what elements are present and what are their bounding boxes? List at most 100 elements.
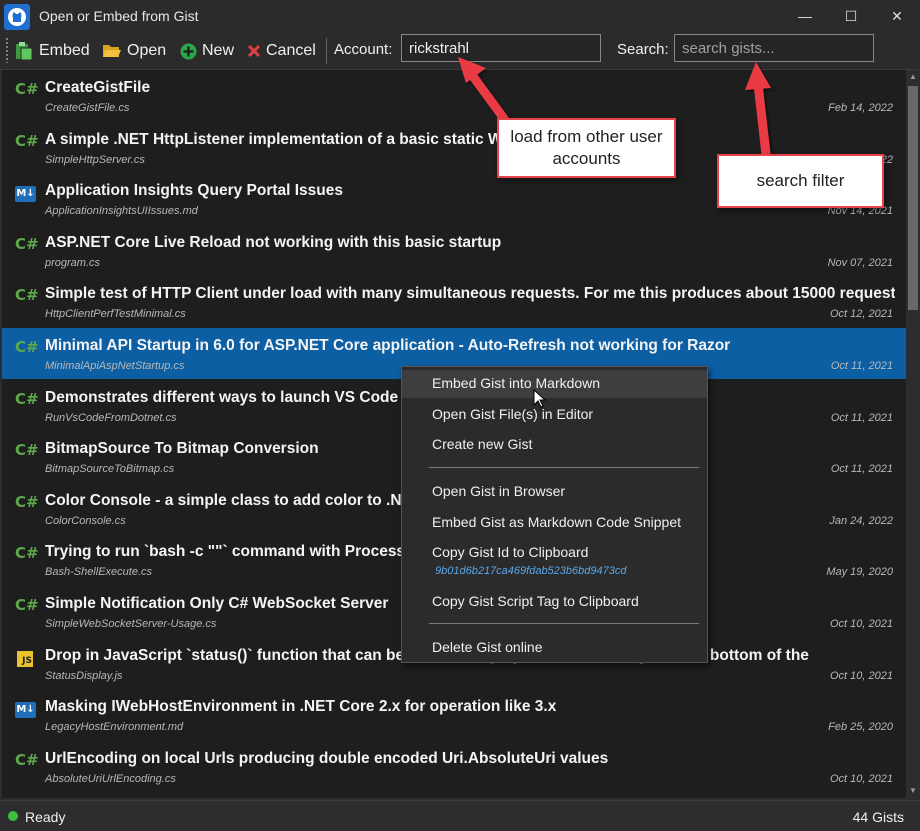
search-callout: search filter [717,154,884,208]
new-button[interactable]: New [180,39,234,63]
gist-filename: MinimalApiAspNetStartup.cs [45,360,185,372]
menu-separator [429,467,699,468]
menu-item-label: Embed Gist into Markdown [432,375,601,391]
account-callout: load from other user accounts [497,118,676,178]
list-scrollbar[interactable]: ▲ ▼ [906,70,920,798]
folder-icon [102,42,122,60]
gist-filename: ApplicationInsightsUIIssues.md [45,205,198,218]
gist-row[interactable]: C# CreateGistFile CreateGistFile.cs Feb 14,… [2,70,906,121]
menu-open-browser[interactable]: Open Gist in Browser [402,478,707,506]
file-type-glyph: C# [15,80,39,98]
github-app-icon [4,4,30,30]
search-callout-text: search filter [756,171,845,190]
gist-row[interactable]: C# Simple test of HTTP Client under load … [2,276,906,327]
scroll-down-arrow[interactable]: ▼ [906,784,920,798]
context-menu: Embed Gist into Markdown Open Gist File(… [401,366,708,663]
cancel-x-icon [247,44,261,58]
gist-id-text: 9b01d6b217ca469fdab523b6bd9473cd [435,565,627,577]
open-button[interactable]: Open [102,39,166,63]
file-type-glyph: C# [15,234,39,253]
minimize-button[interactable]: — [782,0,828,33]
gist-date: Jan 24, 2022 [829,514,893,527]
cancel-label: Cancel [266,42,316,59]
gist-title: Simple test of HTTP Client under load wi… [45,285,895,303]
gist-date: May 19, 2020 [826,566,893,579]
open-label: Open [127,42,167,59]
toolbar-separator [326,38,327,64]
gist-filename: CreateGistFile.cs [45,102,130,114]
csharp-file-icon: C# [15,286,39,306]
javascript-file-icon: JS [15,648,37,668]
gist-title: ASP.NET Core Live Reload not working wit… [45,233,502,251]
account-label: Account: [334,41,393,58]
menu-item-label: Create new Gist [432,436,533,452]
gist-filename: ColorConsole.cs [45,514,126,527]
file-type-glyph: JS [17,650,33,667]
file-type-glyph: C# [15,750,39,769]
menu-copy-id[interactable]: Copy Gist Id to Clipboard [402,539,707,567]
file-type-glyph: M↓ [15,186,36,203]
gist-date: Oct 11, 2021 [830,360,893,372]
search-input[interactable] [674,34,874,62]
csharp-file-icon: C# [15,338,39,358]
menu-item-label: Copy Gist Id to Clipboard [432,544,589,560]
window-title: Open or Embed from Gist [39,8,199,24]
embed-label: Embed [39,42,90,59]
gist-filename: BitmapSourceToBitmap.cs [45,463,175,476]
scroll-thumb[interactable] [908,86,918,310]
markdown-file-icon: M↓ [15,699,37,719]
new-label: New [202,42,235,59]
menu-open-editor[interactable]: Open Gist File(s) in Editor [402,401,707,429]
menu-delete[interactable]: Delete Gist online [402,634,707,662]
file-type-glyph: C# [15,389,39,408]
clipboard-icon [14,41,34,61]
account-input[interactable] [401,34,601,62]
gist-date: Oct 12, 2021 [830,308,893,321]
csharp-file-icon: C# [15,389,39,410]
menu-item-label: Embed Gist as Markdown Code Snippet [432,514,682,530]
file-type-glyph: C# [15,338,39,356]
file-type-glyph: C# [15,492,39,511]
maximize-button[interactable]: ☐ [828,0,874,33]
gist-filename: RunVsCodeFromDotnet.cs [45,411,177,424]
csharp-file-icon: C# [15,750,39,771]
gist-filename: program.cs [45,256,101,269]
status-text: Ready [25,809,66,825]
scroll-up-arrow[interactable]: ▲ [906,70,920,84]
menu-embed-markdown[interactable]: Embed Gist into Markdown [402,370,707,398]
csharp-file-icon: C# [15,131,39,152]
menu-copy-script[interactable]: Copy Gist Script Tag to Clipboard [402,588,707,616]
gist-filename: SimpleHttpServer.cs [45,153,145,166]
csharp-file-icon: C# [15,234,39,255]
status-ready-icon [8,811,18,821]
gist-title: UrlEncoding on local Urls producing doub… [45,749,609,767]
file-type-glyph: C# [15,544,39,563]
gist-title: Minimal API Startup in 6.0 for ASP.NET C… [45,337,731,354]
close-button[interactable]: ✕ [874,0,920,33]
status-bar: Ready 44 Gists [0,800,920,831]
markdown-file-icon: M↓ [15,183,37,203]
menu-item-label: Open Gist File(s) in Editor [432,406,594,422]
gist-date: Nov 07, 2021 [827,256,893,269]
embed-button[interactable]: Embed [14,39,90,63]
gist-date: Oct 10, 2021 [830,618,893,630]
csharp-file-icon: C# [15,80,39,100]
gist-date: Feb 25, 2020 [828,721,893,734]
gist-title: Masking IWebHostEnvironment in .NET Core… [45,698,557,716]
gist-row[interactable]: C# ASP.NET Core Live Reload not working w… [2,225,906,276]
file-type-glyph: C# [15,286,39,305]
gist-filename: StatusDisplay.js [45,669,123,682]
gist-filename: LegacyHostEnvironment.md [45,721,184,734]
file-type-glyph: C# [15,131,39,150]
gist-date: Oct 10, 2021 [830,772,893,785]
gist-filename: Bash-ShellExecute.cs [45,566,152,579]
menu-create-new[interactable]: Create new Gist [402,431,707,459]
gist-count: 44 Gists [852,809,904,825]
menu-embed-snippet[interactable]: Embed Gist as Markdown Code Snippet [402,509,707,537]
gist-row[interactable]: C# UrlEncoding on local Urls producing do… [2,741,906,792]
toolbar-grip[interactable] [5,37,9,63]
cancel-button[interactable]: Cancel [247,39,316,63]
gist-row[interactable]: M↓ Masking IWebHostEnvironment in .NET Co… [2,689,906,740]
gist-date: Oct 11, 2021 [830,411,893,424]
menu-item-label: Open Gist in Browser [432,483,566,499]
